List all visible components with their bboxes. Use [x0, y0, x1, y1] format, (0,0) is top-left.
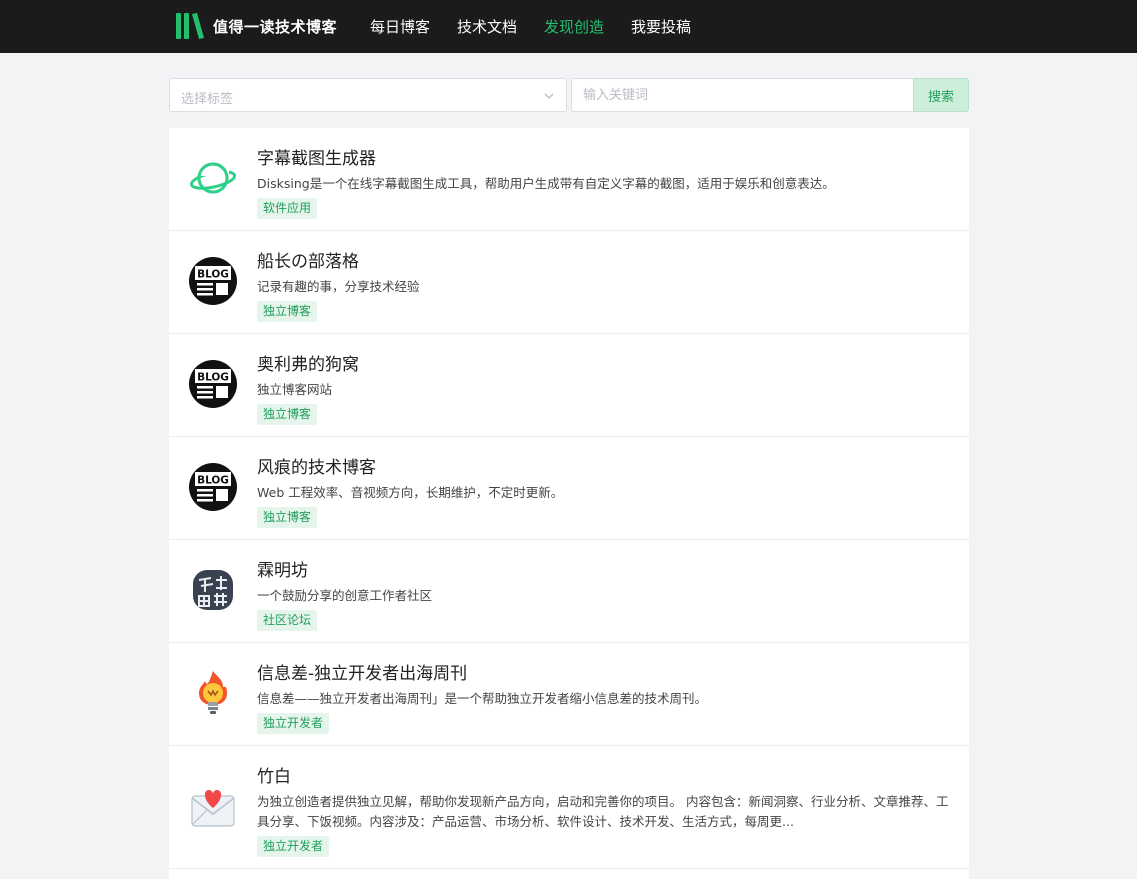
item-tag[interactable]: 独立博客: [257, 507, 318, 528]
main-nav: 每日博客 技术文档 发现创造 我要投稿: [370, 0, 718, 53]
item-description: 独立博客网站: [257, 382, 333, 397]
nav-tech-docs[interactable]: 技术文档: [457, 16, 517, 37]
heart-envelope-icon: [191, 790, 235, 827]
tag-select[interactable]: 选择标签: [169, 78, 567, 112]
nav-daily-blogs[interactable]: 每日博客: [370, 16, 430, 37]
list-item[interactable]: 信息差-独立开发者出海周刊 信息差——独立开发者出海周刊」是一个帮助独立开发者缩…: [169, 643, 969, 746]
item-description: 记录有趣的事，分享技术经验: [257, 279, 420, 294]
resource-list: 字幕截图生成器 Disksing是一个在线字幕截图生成工具，帮助用户生成带有自定…: [169, 128, 969, 879]
item-tag[interactable]: 独立博客: [257, 404, 318, 425]
search-button[interactable]: 搜索: [913, 78, 969, 112]
tag-select-placeholder: 选择标签: [181, 92, 234, 107]
item-description: Disksing是一个在线字幕截图生成工具，帮助用户生成带有自定义字幕的截图，适…: [257, 176, 835, 191]
item-description: Web 工程效率、音视频方向，长期维护，不定时更新。: [257, 485, 564, 500]
list-item[interactable]: 竹白 为独立创造者提供独立见解，帮助你发现新产品方向，启动和完善你的项目。 内容…: [169, 746, 969, 869]
list-item[interactable]: BLOG 奥利弗的狗窝 独立博客网站 独立博客: [169, 334, 969, 437]
filter-row: 选择标签 搜索: [169, 78, 969, 112]
brand-name: 值得一读技术博客: [213, 17, 338, 36]
blog-icon: BLOG: [189, 257, 237, 305]
blog-icon: BLOG: [189, 463, 237, 511]
list-item[interactable]: 霖明坊 一个鼓励分享的创意工作者社区 社区论坛: [169, 540, 969, 643]
item-description: 信息差——独立开发者出海周刊」是一个帮助独立开发者缩小信息差的技术周刊。: [257, 691, 708, 706]
list-item[interactable]: BLOG 船长の部落格 记录有趣的事，分享技术经验 独立博客: [169, 231, 969, 334]
nav-discover[interactable]: 发现创造: [544, 16, 604, 37]
planet-icon: [189, 162, 237, 194]
keyword-input[interactable]: [571, 78, 914, 112]
item-tag[interactable]: 独立开发者: [257, 713, 330, 734]
list-item[interactable]: BLOG 风痕的技术博客 Web 工程效率、音视频方向，长期维护，不定时更新。 …: [169, 437, 969, 540]
svg-text:BLOG: BLOG: [197, 475, 229, 487]
item-title[interactable]: 奥利弗的狗窝: [257, 350, 359, 375]
list-item[interactable]: 字幕截图生成器 Disksing是一个在线字幕截图生成工具，帮助用户生成带有自定…: [169, 128, 969, 231]
item-tag[interactable]: 独立开发者: [257, 836, 330, 857]
brand[interactable]: 值得一读技术博客: [175, 12, 337, 40]
blog-icon: BLOG: [189, 360, 237, 408]
item-title[interactable]: 风痕的技术博客: [257, 453, 376, 478]
stamp-logo-icon: [193, 570, 233, 610]
top-navbar: 值得一读技术博客 每日博客 技术文档 发现创造 我要投稿: [0, 0, 1137, 53]
item-title[interactable]: 信息差-独立开发者出海周刊: [257, 659, 467, 684]
item-title[interactable]: 竹白: [257, 762, 291, 787]
item-tag[interactable]: 独立博客: [257, 301, 318, 322]
item-description: 为独立创造者提供独立见解，帮助你发现新产品方向，启动和完善你的项目。 内容包含：…: [257, 794, 949, 829]
item-title[interactable]: 霖明坊: [257, 556, 308, 581]
nav-submit[interactable]: 我要投稿: [631, 16, 691, 37]
chevron-down-icon: [544, 93, 554, 99]
books-logo-icon: [176, 13, 204, 39]
item-title[interactable]: 字幕截图生成器: [257, 144, 376, 169]
svg-text:BLOG: BLOG: [197, 269, 229, 281]
item-tag[interactable]: 软件应用: [257, 198, 318, 219]
lightbulb-icon: [199, 671, 227, 714]
item-tag[interactable]: 社区论坛: [257, 610, 318, 631]
svg-text:BLOG: BLOG: [197, 372, 229, 384]
item-title[interactable]: 船长の部落格: [257, 247, 359, 272]
item-description: 一个鼓励分享的创意工作者社区: [257, 588, 433, 603]
